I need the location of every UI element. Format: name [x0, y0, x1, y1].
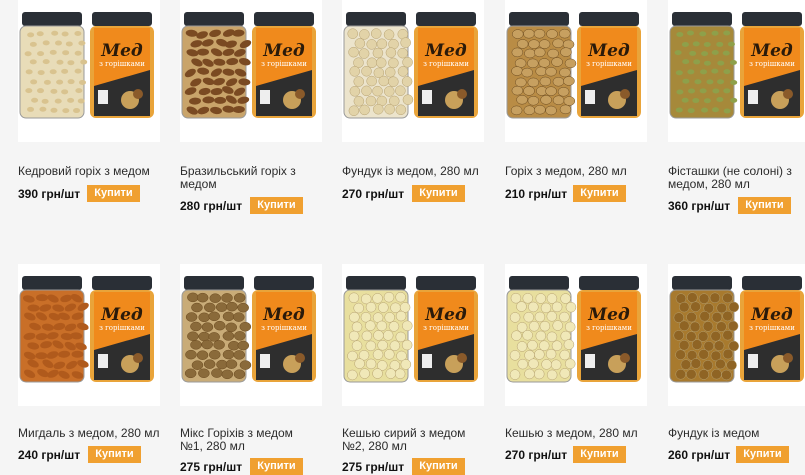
jar-label-subtitle: з горішками — [749, 324, 795, 332]
jar-picture: Медз горішками — [181, 276, 316, 383]
jar-picture: Медз горішками — [181, 12, 316, 119]
jar-picture: Медз горішками — [343, 12, 478, 119]
buy-button[interactable]: Купити — [573, 185, 626, 202]
jar-label-title: Мед — [100, 41, 143, 61]
product-name[interactable]: Горіх з медом, 280 мл — [505, 165, 655, 178]
jar-label-subtitle: з горішками — [423, 324, 469, 332]
jar-label-subtitle: з горішками — [261, 324, 307, 332]
product-name[interactable]: Бразильський горіх з медом — [180, 165, 305, 191]
buy-button[interactable]: Купити — [412, 458, 465, 475]
buy-button[interactable]: Купити — [738, 197, 791, 214]
product-image[interactable]: Мед з горішками — [180, 0, 322, 142]
product-name[interactable]: Кешью з медом, 280 мл — [505, 427, 655, 440]
product-price: 240 грн/шт — [18, 448, 81, 462]
jar-label-title: Мед — [587, 41, 630, 61]
jar-label-subtitle: з горішками — [99, 60, 145, 68]
buy-button[interactable]: Купити — [736, 446, 789, 463]
jar-label-title: Мед — [750, 41, 793, 61]
product-price: 360 грн/шт — [668, 199, 731, 213]
product-price: 270 грн/шт — [342, 187, 405, 201]
jar-picture: Медз горішками — [19, 276, 154, 383]
product-name[interactable]: Фундук із медом — [668, 427, 805, 440]
buy-button[interactable]: Купити — [573, 446, 626, 463]
jar-label-title: Мед — [100, 305, 143, 325]
product-name[interactable]: Фундук із медом, 280 мл — [342, 165, 492, 178]
product-name[interactable]: Кедровий горіх з медом — [18, 165, 168, 178]
buy-button[interactable]: Купити — [87, 185, 140, 202]
buy-button[interactable]: Купити — [250, 197, 303, 214]
jar-picture: Медз горішками — [19, 12, 154, 119]
jar-picture: Медз горішками — [669, 276, 804, 383]
product-name[interactable]: Мигдаль з медом, 280 мл — [18, 427, 168, 440]
product-price: 390 грн/шт — [18, 187, 81, 201]
jar-label-title: Мед — [587, 305, 630, 325]
jar-label-title: Мед — [424, 41, 467, 61]
product-name[interactable]: Кешью сирий з медом №2, 280 мл — [342, 427, 487, 453]
jar-label-subtitle: з горішками — [99, 324, 145, 332]
product-image[interactable]: Мед з горішками — [342, 0, 484, 142]
product-price: 270 грн/шт — [505, 448, 568, 462]
buy-button[interactable]: Купити — [412, 185, 465, 202]
product-image[interactable]: Мед з горішками — [668, 0, 805, 142]
product-image[interactable]: Мед з горішками — [342, 264, 484, 406]
product-image[interactable]: Мед з горішками — [18, 0, 160, 142]
product-price: 275 грн/шт — [342, 460, 405, 474]
jar-label-title: Мед — [750, 305, 793, 325]
jar-label-subtitle: з горішками — [749, 60, 795, 68]
product-image[interactable]: Мед з горішками — [668, 264, 805, 406]
jar-picture: Медз горішками — [506, 12, 641, 119]
product-price: 260 грн/шт — [668, 448, 731, 462]
jar-label-subtitle: з горішками — [586, 324, 632, 332]
jar-label-subtitle: з горішками — [423, 60, 469, 68]
buy-button[interactable]: Купити — [88, 446, 141, 463]
jar-label-title: Мед — [424, 305, 467, 325]
jar-label-subtitle: з горішками — [586, 60, 632, 68]
product-name[interactable]: Фісташки (не солоні) з медом, 280 мл — [668, 165, 793, 191]
buy-button[interactable]: Купити — [250, 458, 303, 475]
jar-picture: Медз горішками — [343, 276, 478, 383]
jar-picture: Медз горішками — [506, 276, 641, 383]
product-price: 275 грн/шт — [180, 460, 243, 474]
jar-label-title: Мед — [262, 41, 305, 61]
jar-label-subtitle: з горішками — [261, 60, 307, 68]
product-price: 210 грн/шт — [505, 187, 568, 201]
product-image[interactable]: Мед з горішками — [505, 0, 647, 142]
product-price: 280 грн/шт — [180, 199, 243, 213]
product-image[interactable]: Мед з горішками — [505, 264, 647, 406]
product-image[interactable]: Мед з горішками — [18, 264, 160, 406]
jar-picture: Медз горішками — [669, 12, 804, 119]
product-image[interactable]: Мед з горішками — [180, 264, 322, 406]
product-grid: Мед з горішками Кедровий горіх з медом 39… — [0, 0, 805, 475]
jar-label-title: Мед — [262, 305, 305, 325]
product-name[interactable]: Мікс Горіхів з медом №1, 280 мл — [180, 427, 315, 453]
